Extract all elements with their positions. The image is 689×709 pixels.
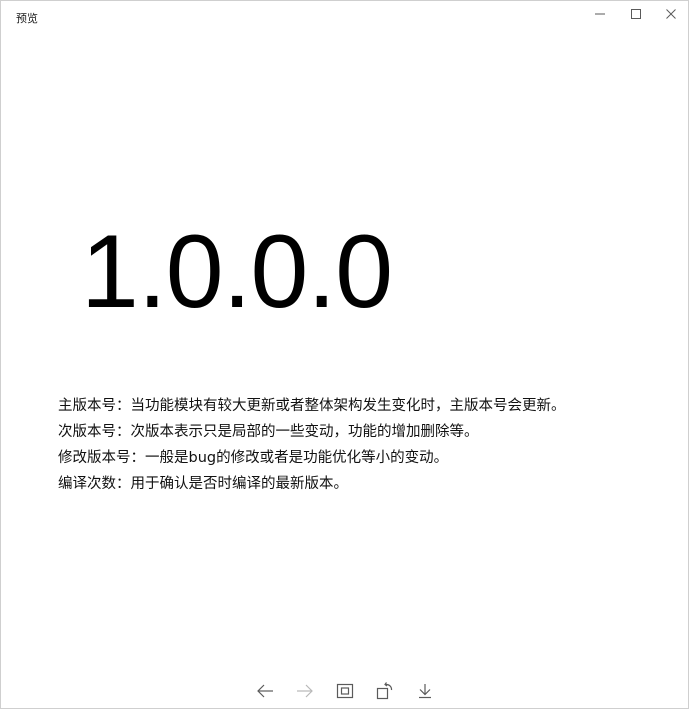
description-line-build: 编译次数：用于确认是否时编译的最新版本。 xyxy=(58,476,348,492)
fit-to-window-button[interactable] xyxy=(325,676,365,706)
description-line-major: 主版本号：当功能模块有较大更新或者整体架构发生变化时，主版本号会更新。 xyxy=(58,398,566,414)
maximize-icon xyxy=(631,9,641,19)
next-button[interactable] xyxy=(285,676,325,706)
preview-toolbar xyxy=(1,674,688,708)
minimize-icon xyxy=(595,13,605,15)
preview-content: 1.0.0.0 主版本号：当功能模块有较大更新或者整体架构发生变化时，主版本号会… xyxy=(1,31,688,671)
download-button[interactable] xyxy=(405,676,445,706)
description-line-minor: 次版本号：次版本表示只是局部的一些变动，功能的增加删除等。 xyxy=(58,424,479,440)
previous-button[interactable] xyxy=(245,676,285,706)
close-button[interactable] xyxy=(653,1,689,27)
minimize-button[interactable] xyxy=(582,1,618,27)
rotate-icon xyxy=(376,682,392,700)
arrow-right-icon xyxy=(296,684,313,698)
rotate-button[interactable] xyxy=(365,676,405,706)
maximize-button[interactable] xyxy=(618,1,654,27)
arrow-left-icon xyxy=(256,684,273,698)
version-number: 1.0.0.0 xyxy=(81,214,393,330)
window-title: 预览 xyxy=(16,12,38,25)
description-line-patch: 修改版本号：一般是bug的修改或者是功能优化等小的变动。 xyxy=(58,450,449,466)
version-description: 主版本号：当功能模块有较大更新或者整体架构发生变化时，主版本号会更新。 次版本号… xyxy=(58,393,658,497)
preview-window: 预览 1.0.0.0 主版本号：当功能模块有较大更新或者整体架构发生变化时，主版… xyxy=(0,0,689,709)
fit-to-window-icon xyxy=(336,683,353,699)
title-bar[interactable]: 预览 xyxy=(1,1,688,31)
download-icon xyxy=(418,684,431,699)
close-icon xyxy=(666,9,676,19)
